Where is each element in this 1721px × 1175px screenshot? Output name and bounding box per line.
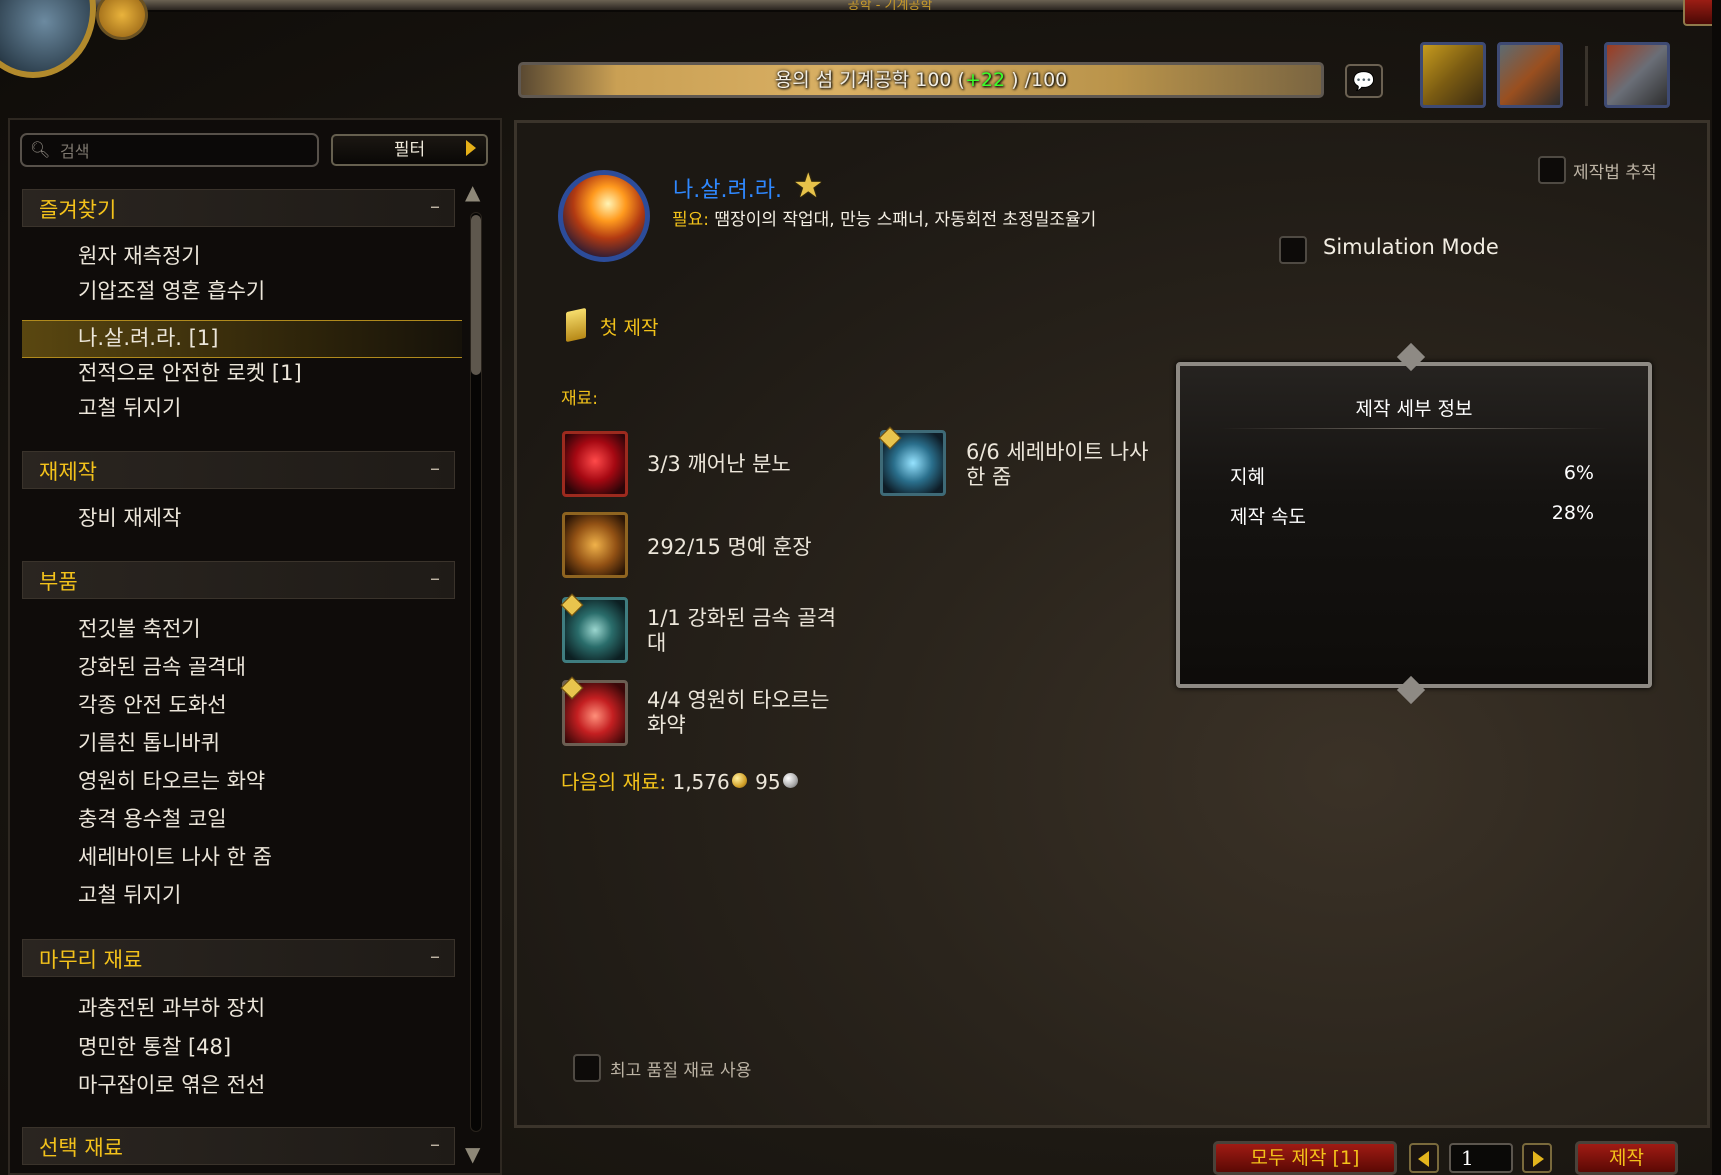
search-icon: 🔍︎ <box>30 140 51 159</box>
collapse-icon[interactable]: – <box>430 1132 440 1156</box>
reagent-text: 292/15 명예 훈장 <box>647 535 812 559</box>
mark-of-honor-icon[interactable] <box>562 512 628 578</box>
recipe-item[interactable]: 전깃불 축전기 <box>78 614 201 644</box>
skill-paren-open: ( <box>957 69 965 91</box>
collapse-icon[interactable]: – <box>430 456 440 480</box>
stat-value-crafting-speed: 28% <box>1551 502 1594 524</box>
requirements-text: 땜장이의 작업대, 만능 스패너, 자동회전 초정밀조율기 <box>709 210 1097 230</box>
category-label: 마무리 재료 <box>39 948 143 972</box>
category-label: 선택 재료 <box>39 1136 123 1160</box>
window-title: 공학 - 기계공학 <box>847 0 933 10</box>
speech-bubble-icon: 💬 <box>1352 71 1376 92</box>
recipe-item[interactable]: 고철 뒤지기 <box>78 880 181 910</box>
scrollbar-thumb[interactable] <box>471 215 481 375</box>
increment-button[interactable] <box>1522 1143 1552 1173</box>
category-finishing-reagents[interactable]: 마무리 재료 – <box>22 939 455 977</box>
next-reagents-label: 다음의 재료: <box>561 770 667 794</box>
recipe-item[interactable]: 과충전된 과부하 장치 <box>78 993 265 1023</box>
category-recrafting[interactable]: 재제작 – <box>22 451 455 489</box>
screen-edge <box>1712 0 1721 1175</box>
reagent-text: 3/3 깨어난 분노 <box>647 452 791 476</box>
skill-bonus: +22 <box>964 69 1006 91</box>
stat-value-inspiration: 6% <box>1563 462 1594 484</box>
quantity-input[interactable] <box>1449 1143 1513 1173</box>
recipe-item[interactable]: 장비 재제작 <box>78 503 181 533</box>
filter-arrow-icon <box>466 140 476 156</box>
recipe-item[interactable]: 마구잡이로 엮은 전선 <box>78 1070 265 1100</box>
link-chat-button[interactable]: 💬 <box>1345 64 1383 98</box>
skill-max: /100 <box>1024 69 1068 91</box>
reagent-text: 6/6 세레바이트 나사 한 줌 <box>966 440 1149 489</box>
category-parts[interactable]: 부품 – <box>22 561 455 599</box>
gold-amount: 1,576 <box>672 770 730 794</box>
category-label: 부품 <box>39 570 78 594</box>
next-reagents-cost: 다음의 재료: 1,576 95 <box>561 766 800 795</box>
recipe-item-selected[interactable]: 나.살.려.라. [1] <box>78 323 218 353</box>
stat-name-crafting-speed: 제작 속도 <box>1230 506 1306 528</box>
collapse-icon[interactable]: – <box>430 566 440 590</box>
craft-button[interactable]: 제작 <box>1575 1141 1678 1175</box>
recipe-item[interactable]: 강화된 금속 골격대 <box>78 652 246 682</box>
favorite-star-icon[interactable]: ★ <box>793 166 823 206</box>
recipe-item[interactable]: 각종 안전 도화선 <box>78 690 227 720</box>
decrement-button[interactable] <box>1409 1143 1439 1173</box>
collapse-icon[interactable]: – <box>430 194 440 218</box>
track-recipe-checkbox[interactable] <box>1538 156 1566 184</box>
simulation-mode-label: Simulation Mode <box>1323 235 1499 259</box>
arrow-left-icon <box>1418 1151 1429 1167</box>
recipe-item[interactable]: 기압조절 영혼 흡수기 <box>78 276 265 306</box>
recipe-icon[interactable] <box>558 170 650 262</box>
scroll-up-icon[interactable]: ▲ <box>465 180 480 204</box>
crafting-details-title: 제작 세부 정보 <box>1355 398 1473 420</box>
scroll-down-icon[interactable]: ▼ <box>465 1142 480 1166</box>
simulation-mode-checkbox[interactable] <box>1279 236 1307 264</box>
recipe-item[interactable]: 원자 재측정기 <box>78 241 201 271</box>
reagents-label: 재료: <box>561 389 599 409</box>
craft-all-button[interactable]: 모두 제작 [1] <box>1213 1141 1397 1175</box>
reagent-text: 4/4 영원히 타오르는 화약 <box>647 688 830 737</box>
toolbar-divider <box>1585 46 1588 106</box>
recipe-item[interactable]: 전적으로 안전한 로켓 [1] <box>78 358 302 388</box>
skill-text: 용의 섬 기계공학 100 (+22 ) /100 <box>518 64 1324 96</box>
gold-coin-icon <box>731 773 747 788</box>
recipe-item[interactable]: 기름친 톱니바퀴 <box>78 728 220 758</box>
requirements-label: 필요: <box>672 210 710 230</box>
silver-coin-icon <box>782 773 798 788</box>
recipe-item[interactable]: 영원히 타오르는 화약 <box>78 766 265 796</box>
silver-amount: 95 <box>755 770 781 794</box>
scrapping-profession-icon[interactable] <box>1604 42 1670 108</box>
tinker-profession-icon[interactable] <box>1497 42 1563 108</box>
category-optional-reagents[interactable]: 선택 재료 – <box>22 1127 455 1165</box>
recipe-item[interactable]: 명민한 통찰 [48] <box>78 1032 231 1062</box>
best-quality-checkbox[interactable] <box>573 1054 601 1082</box>
filter-button[interactable]: 필터 <box>331 134 488 166</box>
skill-name: 용의 섬 기계공학 <box>774 69 910 91</box>
first-craft-book-icon <box>566 307 586 343</box>
reagent-text: 1/1 강화된 금속 골격대 <box>647 606 837 655</box>
awakened-fury-icon[interactable] <box>562 431 628 497</box>
skill-current: 100 <box>915 69 952 91</box>
search-input[interactable] <box>58 137 312 165</box>
recipe-item[interactable]: 충격 용수철 코일 <box>78 804 227 834</box>
best-quality-label: 최고 품질 재료 사용 <box>610 1061 752 1081</box>
category-label: 즐겨찾기 <box>39 198 117 222</box>
recipe-item[interactable]: 고철 뒤지기 <box>78 393 181 423</box>
category-favorites[interactable]: 즐겨찾기 – <box>22 189 455 227</box>
arrow-right-icon <box>1533 1151 1544 1167</box>
category-label: 재제작 <box>39 460 97 484</box>
stat-name-inspiration: 지혜 <box>1230 466 1265 488</box>
recipe-name[interactable]: 나.살.려.라. <box>673 172 782 204</box>
details-divider <box>1220 428 1608 429</box>
skill-paren-close: ) <box>1011 69 1019 91</box>
recipe-item[interactable]: 세레바이트 나사 한 줌 <box>78 842 272 872</box>
collapse-icon[interactable]: – <box>430 944 440 968</box>
engineering-profession-icon[interactable] <box>1420 42 1486 108</box>
track-recipe-label: 제작법 추적 <box>1573 163 1657 183</box>
recipe-requirements: 필요: 땜장이의 작업대, 만능 스패너, 자동회전 초정밀조율기 <box>672 205 1096 230</box>
first-craft-label: 첫 제작 <box>600 317 659 339</box>
